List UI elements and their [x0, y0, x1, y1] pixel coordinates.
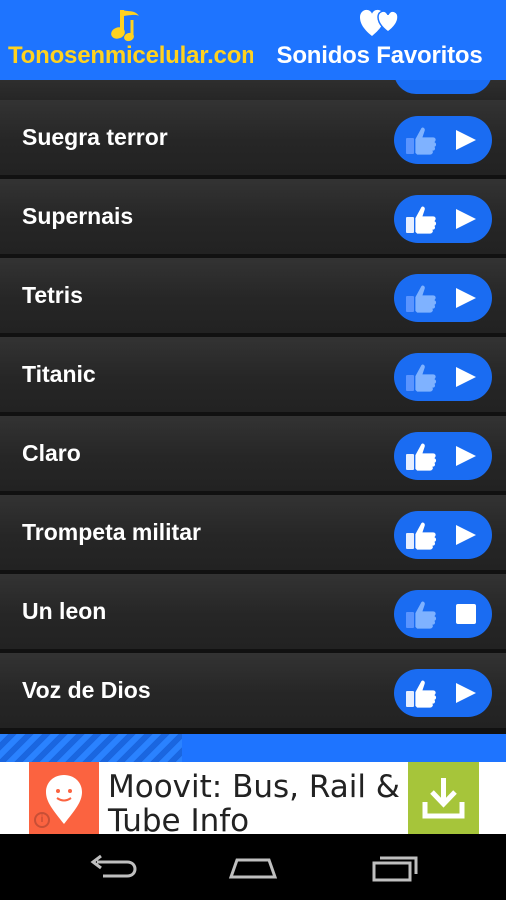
sound-action-pill[interactable] [394, 590, 492, 638]
top-tab-bar: Tonosenmicelular.com Sonidos Favoritos [0, 0, 506, 80]
stop-icon[interactable] [456, 604, 476, 624]
thumbs-up-icon[interactable] [404, 440, 438, 472]
tab-favorite-sounds-label: Sonidos Favoritos [276, 42, 483, 69]
list-item[interactable]: Tetris [0, 258, 506, 335]
play-icon[interactable] [456, 446, 476, 466]
sound-name: Voz de Dios [22, 677, 151, 703]
thumbs-up-icon[interactable] [404, 124, 438, 156]
list-item[interactable]: Supernais [0, 179, 506, 256]
play-icon[interactable] [456, 525, 476, 545]
recent-apps-button[interactable] [365, 850, 425, 884]
thumbs-up-icon[interactable] [404, 203, 438, 235]
ad-text[interactable]: Moovit: Bus, Rail & Tube Info [108, 770, 400, 834]
thumbs-up-icon[interactable] [404, 519, 438, 551]
sound-name: Suegra terror [22, 124, 168, 150]
download-icon [422, 778, 465, 819]
play-icon[interactable] [456, 209, 476, 229]
sound-name: Claro [22, 440, 81, 466]
sound-action-pill[interactable] [394, 511, 492, 559]
back-arrow-icon [90, 854, 137, 878]
home-button[interactable] [223, 850, 283, 884]
sound-action-pill[interactable] [394, 669, 492, 717]
recent-apps-icon [372, 856, 418, 882]
playback-progress-fill [0, 734, 183, 762]
list-item[interactable]: Trompeta militar [0, 495, 506, 572]
thumbs-up-icon[interactable] [404, 361, 438, 393]
list-item-partial [0, 80, 506, 100]
sound-action-pill[interactable] [394, 353, 492, 401]
tab-ringtones[interactable]: Tonosenmicelular.com [0, 0, 253, 80]
download-button[interactable] [408, 762, 479, 834]
play-icon[interactable] [456, 288, 476, 308]
list-item[interactable]: Claro [0, 416, 506, 493]
tab-ringtones-label: Tonosenmicelular.com [8, 42, 253, 69]
playback-progress-bar [0, 734, 506, 762]
sound-name: Tetris [22, 282, 83, 308]
sound-name: Trompeta militar [22, 519, 201, 545]
sound-action-pill[interactable] [394, 116, 492, 164]
back-button[interactable] [83, 850, 143, 884]
thumbs-up-icon[interactable] [404, 282, 438, 314]
thumbs-up-icon[interactable] [404, 598, 438, 630]
play-icon[interactable] [456, 130, 476, 150]
pill-button-partial[interactable] [394, 80, 492, 94]
sound-action-pill[interactable] [394, 195, 492, 243]
sound-action-pill[interactable] [394, 432, 492, 480]
ad-banner[interactable]: i Moovit: Bus, Rail & Tube Info [0, 762, 506, 834]
list-item[interactable]: Un leon [0, 574, 506, 651]
ad-info-icon[interactable]: i [34, 812, 50, 828]
play-icon[interactable] [456, 683, 476, 703]
list-item[interactable]: Suegra terror [0, 100, 506, 177]
sound-action-pill[interactable] [394, 274, 492, 322]
hearts-icon [253, 6, 506, 47]
system-navigation-bar [0, 834, 506, 900]
play-icon[interactable] [456, 367, 476, 387]
thumbs-up-icon[interactable] [404, 677, 438, 709]
sound-name: Un leon [22, 598, 107, 624]
sound-name: Supernais [22, 203, 134, 229]
list-item[interactable]: Titanic [0, 337, 506, 414]
tab-favorite-sounds[interactable]: Sonidos Favoritos [253, 0, 506, 80]
ad-text-line2: Tube Info [108, 803, 250, 834]
sound-list[interactable]: Suegra terror Supernais Tetris Titanic Claro… [0, 80, 506, 734]
list-item[interactable]: Voz de Dios [0, 653, 506, 730]
ad-text-line1: Moovit: Bus, Rail & [108, 769, 400, 805]
home-icon [228, 858, 278, 879]
sound-name: Titanic [22, 361, 96, 387]
